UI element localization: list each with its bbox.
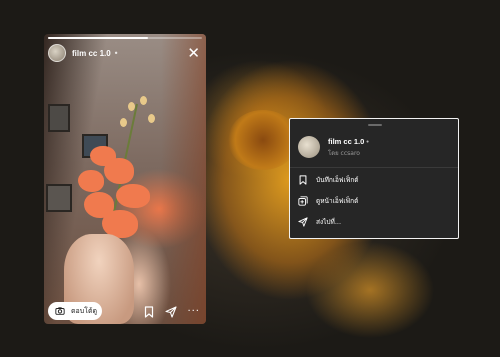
reply-label: ตอบโต้ดู	[71, 306, 98, 315]
menu-item-save-effect[interactable]: บันทึกเอ็ฟเฟ็กต์	[298, 169, 450, 190]
wall-frame	[48, 104, 70, 132]
effect-title: film cc 1.0 •	[328, 137, 369, 146]
more-icon[interactable]: ···	[187, 307, 200, 317]
effect-author: โดย ccsaro	[328, 149, 360, 157]
story-separator: •	[113, 48, 119, 58]
effect-menu-popup: film cc 1.0 • โดย ccsaro บันทึกเอ็ฟเฟ็กต์…	[289, 118, 459, 239]
menu-item-label: บันทึกเอ็ฟเฟ็กต์	[316, 175, 359, 184]
send-icon	[298, 216, 308, 227]
flower-center	[228, 110, 298, 170]
bookmark-icon	[299, 174, 307, 185]
effect-page-icon	[298, 195, 308, 206]
flower-bud	[120, 118, 127, 127]
avatar	[298, 136, 320, 158]
effect-title-text: film cc 1.0	[328, 136, 365, 146]
flower-petal	[116, 184, 150, 208]
bookmark-icon[interactable]	[143, 306, 155, 318]
flower-bud	[140, 96, 147, 105]
menu-item-label: ดูหน้าเอ็ฟเฟ็กต์	[316, 196, 359, 205]
reply-button[interactable]: ตอบโต้ดู	[48, 302, 102, 320]
wall-frame	[46, 184, 72, 212]
camera-icon	[55, 307, 65, 315]
story-username[interactable]: film cc 1.0	[72, 49, 111, 58]
flower-bud	[128, 102, 135, 111]
close-icon[interactable]: ✕	[187, 46, 200, 61]
effect-title-separator: •	[366, 136, 369, 146]
flower-petal	[104, 158, 134, 184]
menu-item-send-to[interactable]: ส่งไปที่...	[298, 211, 450, 232]
menu-item-view-effect-page[interactable]: ดูหน้าเอ็ฟเฟ็กต์	[298, 190, 450, 211]
story-header: film cc 1.0 • ✕	[48, 42, 200, 64]
flower-petal	[78, 170, 104, 192]
divider	[290, 167, 458, 168]
drag-handle[interactable]	[368, 124, 382, 126]
story-progress-bar	[48, 37, 202, 39]
story-actions: ···	[143, 306, 200, 318]
story-card[interactable]: film cc 1.0 • ✕ ตอบโต้ดู ···	[44, 34, 206, 324]
popup-header: film cc 1.0 • โดย ccsaro	[298, 131, 450, 163]
flower-bud	[148, 114, 155, 123]
story-progress-fill	[48, 37, 149, 39]
popup-menu: บันทึกเอ็ฟเฟ็กต์ ดูหน้าเอ็ฟเฟ็กต์ ส่งไปท…	[298, 169, 450, 232]
send-icon[interactable]	[165, 306, 178, 318]
menu-item-label: ส่งไปที่...	[316, 217, 342, 226]
avatar[interactable]	[48, 44, 66, 62]
